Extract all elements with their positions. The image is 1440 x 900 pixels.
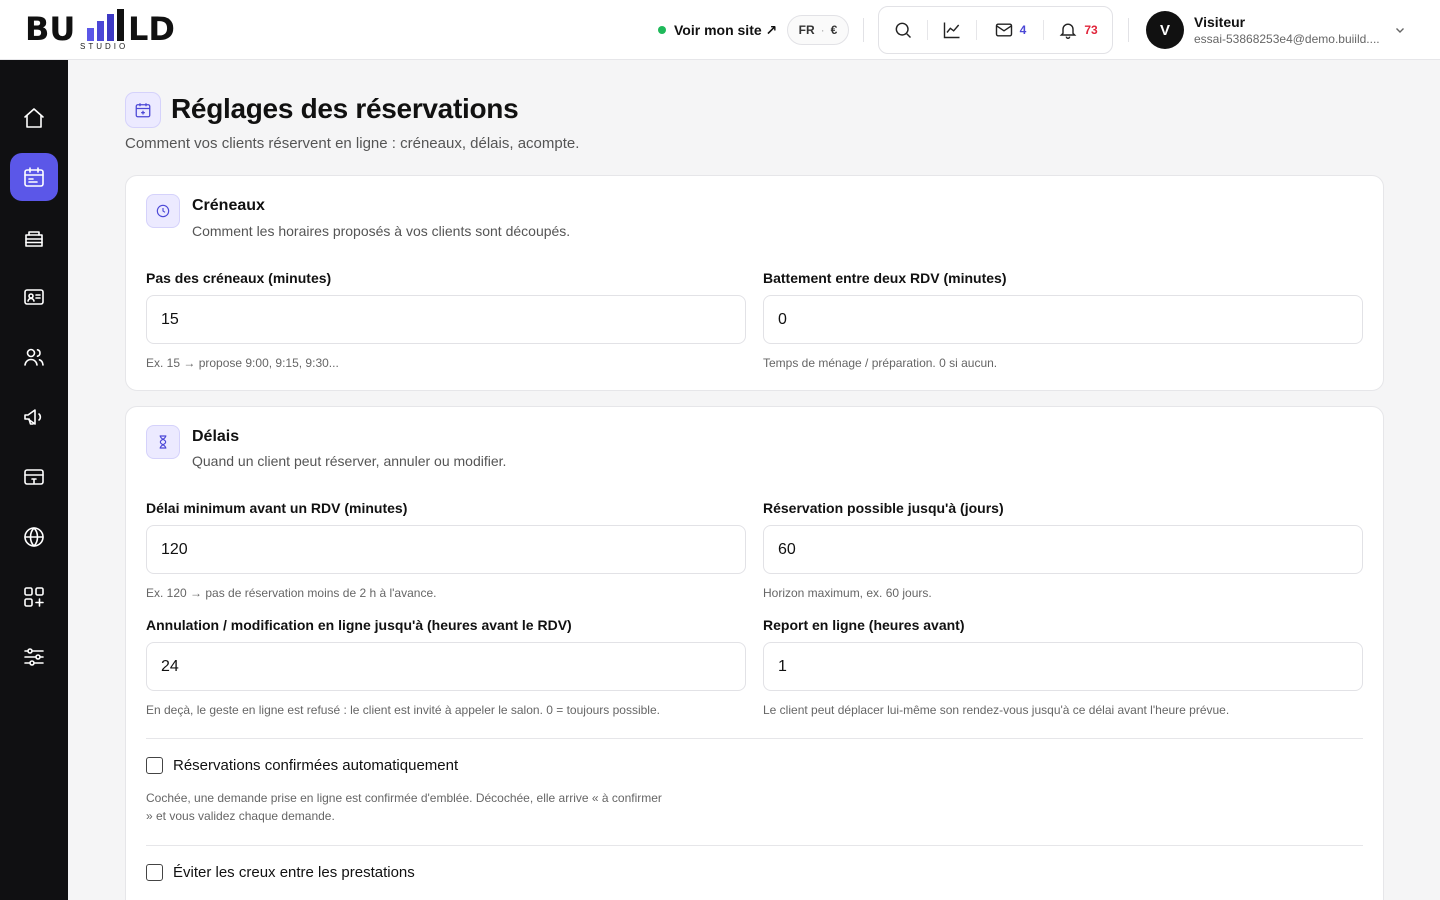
calendar-icon bbox=[135, 103, 151, 118]
clock-icon bbox=[156, 204, 170, 218]
slot-step-input[interactable] bbox=[146, 295, 746, 344]
page-subtitle: Comment vos clients réservent en ligne :… bbox=[125, 135, 580, 152]
notifications-count: 73 bbox=[1084, 23, 1098, 37]
avoid-gaps-label: Éviter les creux entre les prestations bbox=[173, 864, 415, 881]
user-email: essai-53868253e4@demo.buiild.... bbox=[1194, 32, 1380, 46]
avatar: V bbox=[1146, 11, 1184, 49]
currency-symbol: € bbox=[830, 23, 838, 37]
separator-dot: · bbox=[820, 23, 825, 37]
divider bbox=[146, 738, 1363, 739]
notifications-button[interactable]: 73 bbox=[1044, 7, 1112, 53]
avoid-gaps-toggle[interactable]: Éviter les creux entre les prestations bbox=[146, 864, 415, 881]
language-code: FR bbox=[798, 23, 815, 37]
slot-step-label: Pas des créneaux (minutes) bbox=[146, 270, 332, 286]
stats-button[interactable] bbox=[928, 7, 976, 53]
svg-text:BU: BU bbox=[25, 10, 75, 48]
svg-text:LD: LD bbox=[128, 10, 175, 48]
mail-icon bbox=[995, 23, 1012, 37]
reschedule-input[interactable] bbox=[763, 642, 1363, 691]
top-bar: BU LD STUDIO Voir mon site ↗ FR · € 4 73… bbox=[0, 0, 1440, 60]
sliders-icon bbox=[24, 648, 44, 666]
contact-card-icon bbox=[24, 289, 44, 305]
slots-title: Créneaux bbox=[192, 197, 265, 214]
header-divider bbox=[863, 18, 864, 42]
sidebar-item-home[interactable] bbox=[10, 94, 58, 142]
view-site-label: Voir mon site ↗ bbox=[674, 21, 778, 38]
page-title: Réglages des réservations bbox=[171, 93, 519, 124]
max-horizon-input[interactable] bbox=[763, 525, 1363, 574]
sidebar-item-website[interactable] bbox=[10, 513, 58, 561]
online-status-dot bbox=[658, 26, 666, 34]
user-menu[interactable]: V Visiteur essai-53868253e4@demo.buiild.… bbox=[1146, 10, 1416, 50]
chart-line-icon bbox=[943, 22, 960, 39]
search-button[interactable] bbox=[879, 7, 927, 53]
logo-subtitle: STUDIO bbox=[80, 42, 129, 51]
cancel-hint: En deçà, le geste en ligne est refusé : … bbox=[146, 703, 660, 717]
cancel-label: Annulation / modification en ligne jusqu… bbox=[146, 617, 572, 633]
cancel-input[interactable] bbox=[146, 642, 746, 691]
brand-logo[interactable]: BU LD STUDIO bbox=[25, 8, 185, 54]
auto-confirm-checkbox[interactable] bbox=[146, 757, 163, 774]
sidebar-item-services[interactable] bbox=[10, 214, 58, 262]
reschedule-hint: Le client peut déplacer lui-même son ren… bbox=[763, 703, 1230, 717]
apps-icon bbox=[24, 587, 44, 607]
sidebar-item-settings[interactable] bbox=[10, 633, 58, 681]
header-tools: 4 73 bbox=[878, 6, 1113, 54]
delays-card: Délais Quand un client peut réserver, an… bbox=[125, 406, 1384, 900]
view-site-link[interactable]: Voir mon site ↗ bbox=[658, 19, 777, 41]
buffer-hint: Temps de ménage / préparation. 0 si aucu… bbox=[763, 356, 998, 370]
card-icon bbox=[146, 194, 180, 228]
chevron-down-icon bbox=[1396, 28, 1404, 33]
min-notice-hint: Ex. 120 → pas de réservation moins de 2 … bbox=[146, 586, 437, 600]
divider bbox=[146, 845, 1363, 846]
card-icon bbox=[146, 425, 180, 459]
reschedule-label: Report en ligne (heures avant) bbox=[763, 617, 965, 633]
main-content: Réglages des réservations Comment vos cl… bbox=[68, 60, 1440, 900]
language-currency-selector[interactable]: FR · € bbox=[787, 15, 849, 45]
max-horizon-hint: Horizon maximum, ex. 60 jours. bbox=[763, 586, 932, 600]
megaphone-icon bbox=[24, 409, 42, 425]
messages-button[interactable]: 4 bbox=[977, 7, 1043, 53]
slots-card: Créneaux Comment les horaires proposés à… bbox=[125, 175, 1384, 391]
avoid-gaps-checkbox[interactable] bbox=[146, 864, 163, 881]
sidebar bbox=[0, 60, 68, 900]
buffer-label: Battement entre deux RDV (minutes) bbox=[763, 270, 1007, 286]
search-icon bbox=[895, 22, 912, 39]
services-icon bbox=[25, 231, 43, 247]
sidebar-item-bookings[interactable] bbox=[10, 153, 58, 201]
user-info: Visiteur essai-53868253e4@demo.buiild...… bbox=[1194, 14, 1394, 46]
messages-count: 4 bbox=[1019, 23, 1027, 37]
sidebar-item-team[interactable] bbox=[10, 333, 58, 381]
user-name: Visiteur bbox=[1194, 14, 1246, 30]
hourglass-icon bbox=[159, 435, 167, 449]
header-divider bbox=[1128, 18, 1129, 42]
slot-step-hint: Ex. 15 → propose 9:00, 9:15, 9:30... bbox=[146, 356, 339, 370]
auto-confirm-hint: Cochée, une demande prise en ligne est c… bbox=[146, 791, 662, 823]
bell-icon bbox=[1059, 23, 1077, 39]
sidebar-item-payments[interactable] bbox=[10, 453, 58, 501]
sidebar-item-apps[interactable] bbox=[10, 573, 58, 621]
sidebar-item-marketing[interactable] bbox=[10, 393, 58, 441]
home-icon bbox=[24, 108, 44, 128]
slots-subtitle: Comment les horaires proposés à vos clie… bbox=[192, 223, 571, 239]
calendar-icon bbox=[24, 167, 44, 187]
delays-subtitle: Quand un client peut réserver, annuler o… bbox=[192, 453, 507, 469]
payment-icon bbox=[24, 469, 44, 485]
auto-confirm-label: Réservations confirmées automatiquement bbox=[173, 757, 459, 774]
users-icon bbox=[24, 348, 44, 366]
auto-confirm-toggle[interactable]: Réservations confirmées automatiquement bbox=[146, 757, 458, 774]
delays-title: Délais bbox=[192, 428, 240, 445]
min-notice-input[interactable] bbox=[146, 525, 746, 574]
max-horizon-label: Réservation possible jusqu'à (jours) bbox=[763, 500, 1004, 516]
sidebar-item-clients-card[interactable] bbox=[10, 273, 58, 321]
globe-icon bbox=[24, 527, 44, 547]
min-notice-label: Délai minimum avant un RDV (minutes) bbox=[146, 500, 408, 516]
page-icon bbox=[125, 92, 161, 128]
buffer-input[interactable] bbox=[763, 295, 1363, 344]
